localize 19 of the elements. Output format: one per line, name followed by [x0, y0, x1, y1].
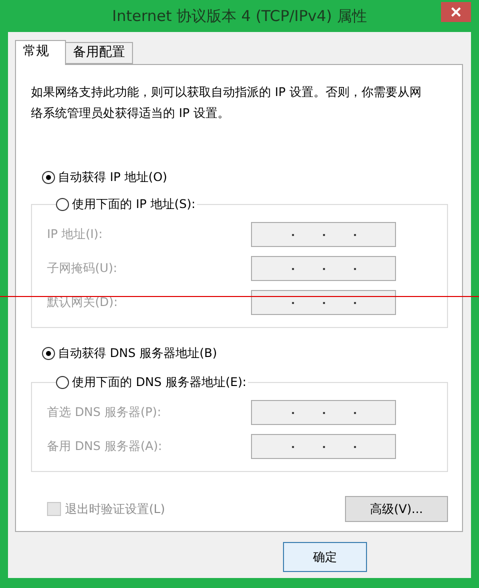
tab[interactable]: 常规 [15, 40, 66, 65]
radio-button[interactable]: 使用下面的 DNS 服务器地址(E): [56, 373, 246, 391]
advanced-button[interactable]: 高级(V)... [345, 496, 448, 522]
radio-button[interactable]: 使用下面的 IP 地址(S): [56, 195, 196, 213]
ip-address-field[interactable] [251, 290, 396, 315]
description-text: 如果网络支持此功能，则可以获取自动指派的 IP 设置。否则，你需要从网络系统管理员处获得适当的 IP 设置。 [31, 84, 422, 122]
window-title: Internet 协议版本 4 (TCP/IPv4) 属性 [112, 6, 367, 26]
ok-button[interactable]: 确定 [283, 542, 367, 572]
field-label: 备用 DNS 服务器(A): [47, 438, 162, 455]
close-icon [451, 7, 461, 17]
tab[interactable]: 备用配置 [65, 42, 133, 64]
ip-address-field[interactable] [251, 434, 396, 459]
ip-address-field[interactable] [251, 400, 396, 425]
field-label: 首选 DNS 服务器(P): [47, 404, 162, 421]
field-label: IP 地址(I): [47, 226, 103, 243]
close-button[interactable] [441, 2, 471, 22]
ip-address-field[interactable] [251, 222, 396, 247]
field-label: 子网掩码(U): [47, 260, 118, 277]
ip-address-field[interactable] [251, 256, 396, 281]
